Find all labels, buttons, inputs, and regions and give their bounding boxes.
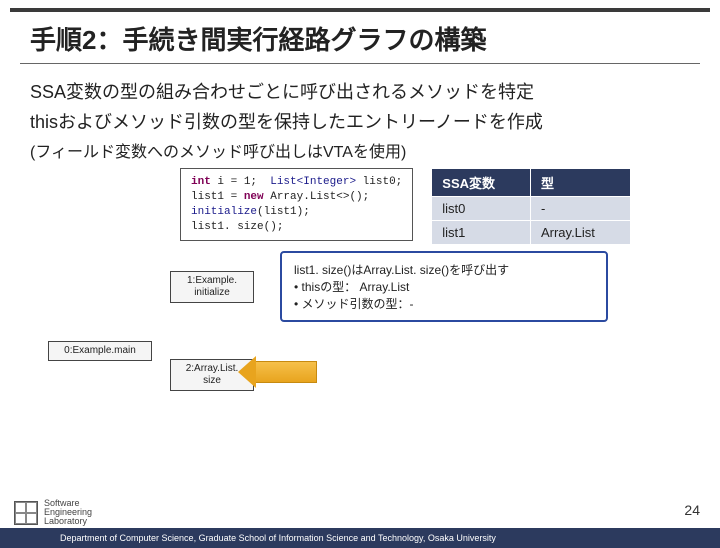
th-ssa: SSA変数 — [432, 169, 531, 197]
code-text: i = 1; — [211, 176, 270, 188]
footer-bar: Department of Computer Science, Graduate… — [0, 528, 720, 548]
table-row: list1 Array.List — [432, 221, 631, 245]
node-example-main: 0:Example.main — [48, 341, 152, 361]
logo-mark-icon — [14, 501, 38, 525]
cell-ssa: list0 — [432, 197, 531, 221]
code-kw: int — [191, 176, 211, 188]
mid-row: int i = 1; List<Integer> list0; list1 = … — [0, 162, 720, 245]
table-row: list0 - — [432, 197, 631, 221]
cell-type: Array.List — [530, 221, 630, 245]
body-line-3: (フィールド変数へのメソッド呼び出しはVTAを使用) — [0, 134, 720, 162]
th-type: 型 — [530, 169, 630, 197]
code-text: list1. size(); — [191, 221, 283, 233]
callout-box: list1. size()はArray.List. size()を呼び出す • … — [280, 251, 608, 322]
code-kw: new — [244, 191, 264, 203]
code-fn: initialize — [191, 206, 257, 218]
lab-logo: Software Engineering Laboratory — [14, 499, 92, 526]
slide-title: 手順2：手続き間実行経路グラフの構築 — [0, 12, 720, 63]
code-text: Array.List<>(); — [264, 191, 370, 203]
ssa-table: SSA変数 型 list0 - list1 Array.List — [431, 168, 631, 245]
callout-line: • thisの型： Array.List — [294, 278, 594, 295]
arrow-icon — [255, 361, 317, 383]
diagram-area: 1:Example. initialize 0:Example.main 2:A… — [0, 251, 720, 421]
divider — [20, 63, 700, 64]
logo-text: Software Engineering Laboratory — [44, 499, 92, 526]
cell-ssa: list1 — [432, 221, 531, 245]
body-line-2: thisおよびメソッド引数の型を保持したエントリーノードを作成 — [0, 104, 720, 134]
code-type: List<Integer> — [270, 176, 356, 188]
table-header-row: SSA変数 型 — [432, 169, 631, 197]
code-snippet: int i = 1; List<Integer> list0; list1 = … — [180, 168, 413, 241]
code-text: list0; — [356, 176, 402, 188]
page-number: 24 — [684, 502, 700, 518]
callout-line: • メソッド引数の型：- — [294, 295, 594, 312]
cell-type: - — [530, 197, 630, 221]
callout-line: list1. size()はArray.List. size()を呼び出す — [294, 261, 594, 278]
code-text: list1 = — [191, 191, 244, 203]
code-text: (list1); — [257, 206, 310, 218]
node-example-initialize: 1:Example. initialize — [170, 271, 254, 303]
body-line-1: SSA変数の型の組み合わせごとに呼び出されるメソッドを特定 — [0, 74, 720, 104]
